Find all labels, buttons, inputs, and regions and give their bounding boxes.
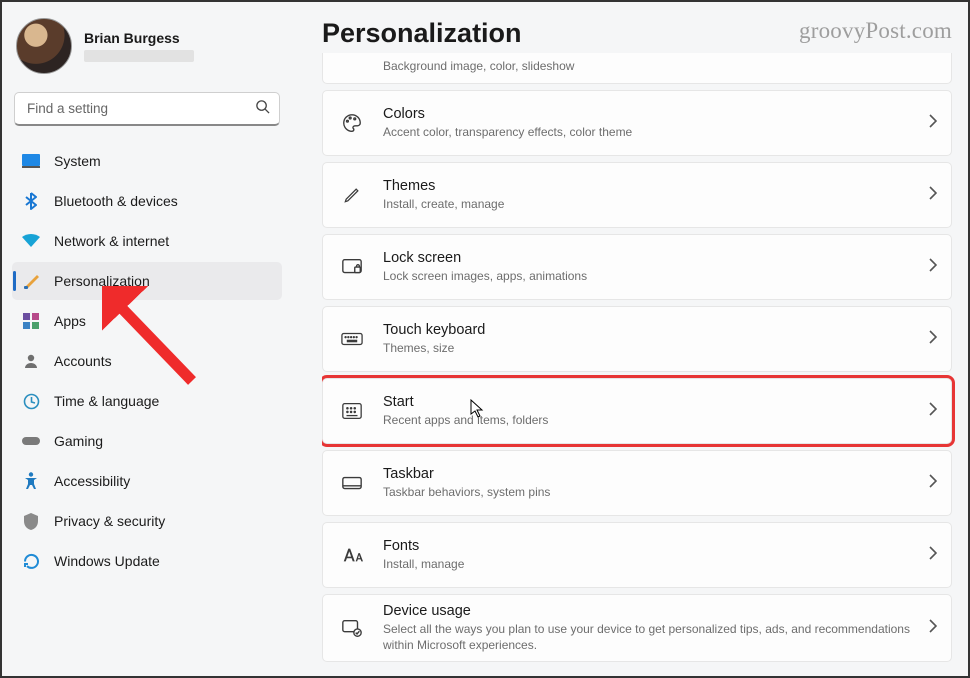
profile-email-redacted [84,50,194,62]
update-icon [22,552,40,570]
card-start[interactable]: Start Recent apps and items, folders [322,378,952,444]
search-input[interactable] [14,92,280,126]
card-subtitle: Recent apps and items, folders [383,412,913,428]
sidebar-item-label: Accessibility [54,473,130,489]
card-background-partial[interactable]: Background image, color, slideshow [322,53,952,84]
avatar [16,18,72,74]
sidebar-item-label: Windows Update [54,553,160,569]
sidebar-item-label: Privacy & security [54,513,165,529]
wifi-icon [22,232,40,250]
search-wrap [14,92,280,126]
paintbrush-icon [22,272,40,290]
card-touch-keyboard[interactable]: Touch keyboard Themes, size [322,306,952,372]
sidebar-item-apps[interactable]: Apps [12,302,282,340]
card-subtitle: Install, manage [383,556,913,572]
sidebar-nav: System Bluetooth & devices Network & int… [10,142,284,580]
card-title: Colors [383,106,913,122]
card-subtitle: Themes, size [383,340,913,356]
profile-block[interactable]: Brian Burgess [10,12,284,88]
sidebar-item-system[interactable]: System [12,142,282,180]
sidebar-item-gaming[interactable]: Gaming [12,422,282,460]
sidebar-item-time[interactable]: Time & language [12,382,282,420]
chevron-right-icon [929,402,937,421]
chevron-right-icon [929,186,937,205]
sidebar-item-privacy[interactable]: Privacy & security [12,502,282,540]
bluetooth-icon [22,192,40,210]
chevron-right-icon [929,330,937,349]
sidebar-item-label: Gaming [54,433,103,449]
sidebar-item-personalization[interactable]: Personalization [12,262,282,300]
start-menu-icon [337,401,367,421]
sidebar-item-bluetooth[interactable]: Bluetooth & devices [12,182,282,220]
card-title: Touch keyboard [383,322,913,338]
card-subtitle: Select all the ways you plan to use your… [383,621,913,653]
sidebar-item-update[interactable]: Windows Update [12,542,282,580]
settings-app: Brian Burgess System [2,2,968,676]
card-title: Device usage [383,603,913,619]
sidebar-item-label: Network & internet [54,233,169,249]
sidebar-item-network[interactable]: Network & internet [12,222,282,260]
chevron-right-icon [929,474,937,493]
search-icon [255,99,270,119]
card-themes[interactable]: Themes Install, create, manage [322,162,952,228]
card-subtitle: Accent color, transparency effects, colo… [383,124,913,140]
taskbar-icon [337,475,367,491]
watermark-text: groovyPost.com [799,18,958,44]
keyboard-icon [337,332,367,346]
gamepad-icon [22,432,40,450]
card-subtitle: Taskbar behaviors, system pins [383,484,913,500]
chevron-right-icon [929,546,937,565]
card-subtitle: Lock screen images, apps, animations [383,268,913,284]
sidebar-item-label: Time & language [54,393,159,409]
card-title: Start [383,394,913,410]
card-taskbar[interactable]: Taskbar Taskbar behaviors, system pins [322,450,952,516]
shield-icon [22,512,40,530]
sidebar-item-label: Accounts [54,353,112,369]
card-device-usage[interactable]: Device usage Select all the ways you pla… [322,594,952,662]
pen-icon [337,185,367,205]
fonts-icon [337,546,367,564]
chevron-right-icon [929,258,937,277]
sidebar: Brian Burgess System [2,2,292,676]
card-title: Themes [383,178,913,194]
card-subtitle: Background image, color, slideshow [383,59,574,73]
page-title: Personalization [322,18,522,49]
system-icon [22,152,40,170]
card-title: Lock screen [383,250,913,266]
sidebar-item-label: Bluetooth & devices [54,193,178,209]
globe-clock-icon [22,392,40,410]
apps-icon [22,312,40,330]
sidebar-item-label: System [54,153,101,169]
card-colors[interactable]: Colors Accent color, transparency effect… [322,90,952,156]
chevron-right-icon [929,619,937,638]
settings-cards: Background image, color, slideshow Color… [322,53,958,662]
sidebar-item-accounts[interactable]: Accounts [12,342,282,380]
profile-name: Brian Burgess [84,30,194,46]
person-icon [22,352,40,370]
card-fonts[interactable]: Fonts Install, manage [322,522,952,588]
sidebar-item-label: Apps [54,313,86,329]
main-pane: Personalization groovyPost.com Backgroun… [292,2,968,676]
chevron-right-icon [929,114,937,133]
lock-screen-icon [337,257,367,277]
device-usage-icon [337,618,367,638]
palette-icon [337,112,367,134]
card-lock-screen[interactable]: Lock screen Lock screen images, apps, an… [322,234,952,300]
accessibility-icon [22,472,40,490]
sidebar-item-accessibility[interactable]: Accessibility [12,462,282,500]
card-title: Taskbar [383,466,913,482]
sidebar-item-label: Personalization [54,273,150,289]
card-subtitle: Install, create, manage [383,196,913,212]
card-title: Fonts [383,538,913,554]
